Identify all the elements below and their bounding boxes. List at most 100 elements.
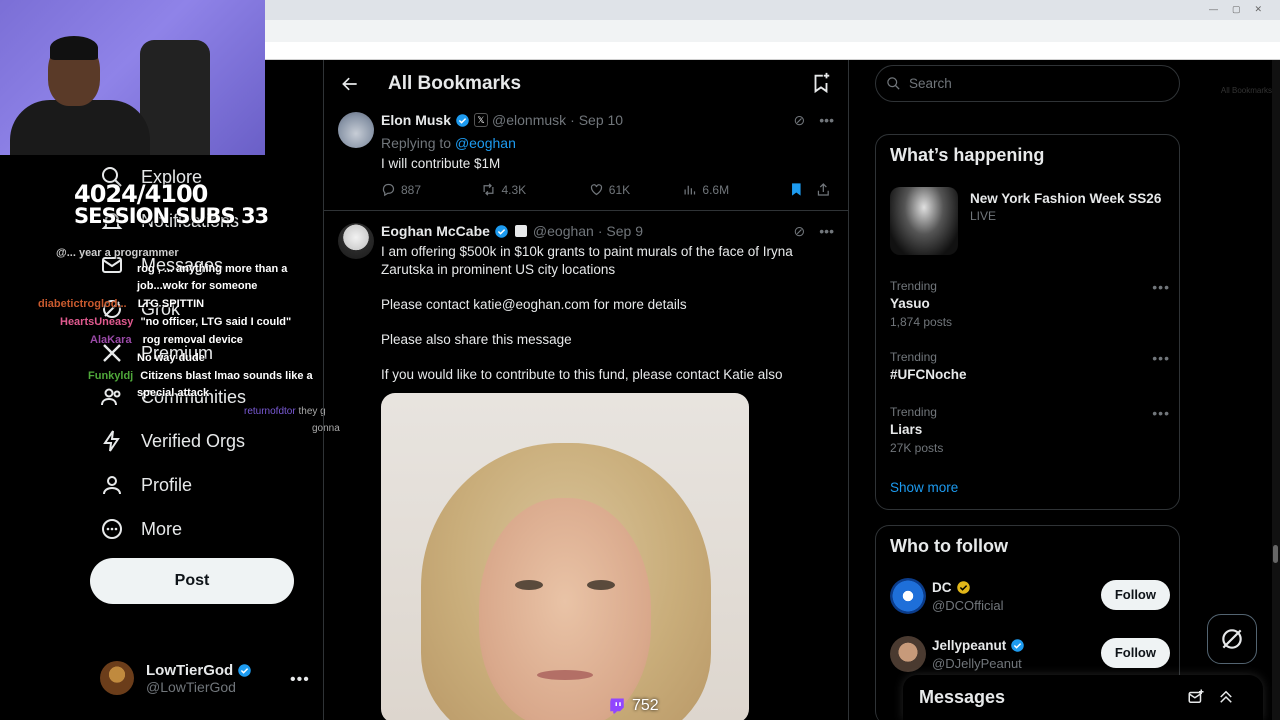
scrollbar-thumb[interactable] (1273, 545, 1278, 563)
chat-message: job...wokr for someone (137, 280, 257, 292)
account-more-icon[interactable]: ••• (290, 671, 310, 689)
tweet-date[interactable]: · Sep 9 (598, 223, 643, 239)
author-name[interactable]: Eoghan McCabe (381, 223, 490, 239)
person-icon (103, 476, 121, 495)
show-more-link[interactable]: Show more (890, 480, 958, 495)
trend-name: #UFCNoche (890, 367, 967, 382)
grok-floating-button[interactable] (1207, 614, 1257, 664)
retweet-button[interactable]: 4.3K (481, 182, 588, 197)
chat-user: AlaKara (90, 334, 132, 346)
streamer-webcam (0, 0, 265, 155)
nav-item-profile[interactable]: Profile (100, 473, 192, 497)
bookmark-filled-icon[interactable] (789, 182, 804, 197)
tweet-paragraph: Please also share this message (381, 332, 572, 347)
back-arrow-icon[interactable] (340, 74, 360, 94)
nav-item-more[interactable]: More (100, 517, 182, 541)
page-scrollbar[interactable] (1272, 60, 1280, 720)
tweet-actions: 887 4.3K 61K 6.6M (381, 182, 831, 197)
trend-label: Trending (890, 405, 937, 419)
trend-name: Yasuo (890, 296, 930, 311)
trend-item[interactable]: Trending Liars 27K posts ••• (890, 405, 1170, 455)
view-count: 6.6M (702, 182, 730, 197)
tweet[interactable]: Eoghan McCabe @eoghan · Sep 9 ⊘ ••• I am… (324, 211, 848, 720)
chat-message: No way dude (137, 352, 205, 364)
suggestion-handle: @DCOfficial (932, 598, 1004, 613)
reply-count: 887 (401, 182, 422, 197)
avatar[interactable] (338, 223, 374, 259)
chat-message: returnofdtor they g (214, 406, 326, 417)
avatar[interactable] (890, 636, 926, 672)
like-button[interactable]: 61K (589, 182, 683, 197)
tweet-header: Eoghan McCabe @eoghan · Sep 9 (381, 223, 643, 239)
reply-button[interactable]: 887 (381, 182, 481, 197)
tweet-header: Elon Musk 𝕏 @elonmusk · Sep 10 (381, 112, 623, 128)
tweet[interactable]: Elon Musk 𝕏 @elonmusk · Sep 10 ⊘ ••• Rep… (324, 108, 848, 211)
share-icon[interactable] (816, 182, 831, 197)
trend-item[interactable]: Trending Yasuo 1,874 posts ••• (890, 279, 1170, 329)
page-title: All Bookmarks (388, 73, 522, 94)
follow-suggestion[interactable]: Jellypeanut @DJellyPeanut Follow (890, 636, 1170, 676)
nav-item-verified-orgs[interactable]: Verified Orgs (100, 429, 245, 453)
tweet-text: I will contribute $1M (381, 156, 501, 171)
grok-explain-icon[interactable]: ⊘ (794, 223, 806, 240)
verified-badge-icon (1011, 639, 1025, 652)
window-controls[interactable]: — ▢ ✕ (1209, 4, 1262, 15)
grok-explain-icon[interactable]: ⊘ (794, 112, 806, 129)
event-status: LIVE (970, 209, 997, 223)
new-bookmark-folder-icon[interactable] (810, 72, 832, 94)
tweet-paragraph: Please contact katie@eoghan.com for more… (381, 297, 687, 312)
follow-suggestion[interactable]: DC @DCOfficial Follow (890, 578, 1170, 618)
author-handle[interactable]: @eoghan (533, 223, 594, 239)
chat-text: rog , ... anything more than a (137, 263, 288, 275)
tweet-date[interactable]: · Sep 10 (570, 112, 623, 128)
chat-text: Citizens blast lmao sounds like a (140, 370, 313, 382)
suggestion-name[interactable]: Jellypeanut (932, 638, 1006, 653)
author-name[interactable]: Elon Musk (381, 112, 451, 128)
trend-more-icon[interactable]: ••• (1152, 350, 1170, 366)
avatar[interactable] (338, 112, 374, 148)
chat-user: returnofdtor (244, 406, 296, 417)
suggestion-name-row: DC (932, 580, 971, 595)
tweet-paragraph: I am offering $500k in $10k grants to pa… (381, 244, 793, 277)
new-message-icon[interactable] (1187, 688, 1205, 706)
streamer-body (10, 100, 150, 155)
trend-more-icon[interactable]: ••• (1152, 405, 1170, 421)
tweet-more-icon[interactable]: ••• (819, 112, 834, 129)
chat-message: AlaKara rog removal device (46, 334, 243, 346)
follow-button[interactable]: Follow (1100, 580, 1170, 610)
tweet-image[interactable] (381, 393, 749, 720)
verified-badge-icon (456, 113, 469, 127)
author-handle[interactable]: @elonmusk (492, 112, 566, 128)
streamer-hair (50, 36, 98, 60)
lightning-icon (103, 430, 120, 452)
avatar[interactable] (890, 578, 926, 614)
nav-label: Profile (141, 474, 193, 495)
suggestion-handle: @DJellyPeanut (932, 656, 1022, 671)
trend-label: Trending (890, 350, 937, 364)
chat-text: rog removal device (142, 334, 243, 346)
reply-context: Replying to @eoghan (381, 135, 811, 153)
views-button[interactable]: 6.6M (682, 182, 788, 197)
heart-icon (590, 184, 602, 196)
suggestion-name-row: Jellypeanut (932, 638, 1025, 653)
reply-to-link[interactable]: @eoghan (455, 135, 516, 151)
trend-more-icon[interactable]: ••• (1152, 279, 1170, 295)
tweet-more-icon[interactable]: ••• (819, 223, 834, 240)
suggestion-name[interactable]: DC (932, 580, 952, 595)
nav-label: Verified Orgs (141, 430, 246, 451)
messages-drawer[interactable]: Messages (903, 675, 1263, 720)
post-button[interactable]: Post (90, 558, 294, 604)
chat-text: job...wokr for someone (137, 280, 258, 292)
event-thumbnail[interactable] (890, 187, 958, 255)
trend-item[interactable]: Trending #UFCNoche ••• (890, 350, 1170, 382)
portrait-eye (587, 580, 615, 590)
search-box[interactable] (875, 65, 1180, 102)
expand-up-icon[interactable] (1217, 688, 1235, 706)
account-switcher[interactable]: LowTierGod @LowTierGod (100, 661, 252, 695)
event-title[interactable]: New York Fashion Week SS26 (970, 191, 1161, 206)
chat-message: special attack (137, 387, 209, 399)
follow-button[interactable]: Follow (1100, 638, 1170, 668)
whats-happening-panel: What’s happening New York Fashion Week S… (875, 134, 1180, 510)
search-input[interactable] (909, 76, 1159, 91)
all-bookmarks-link[interactable]: All Bookmarks (1221, 86, 1272, 95)
